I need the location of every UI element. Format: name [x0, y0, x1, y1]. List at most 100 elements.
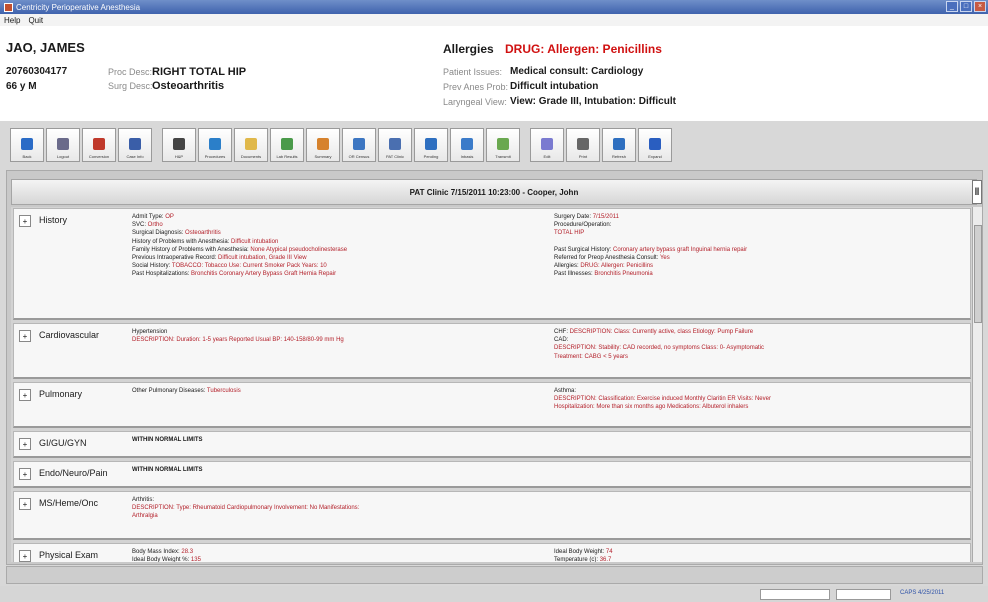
detail-value: Bronchitis Pneumonia [594, 271, 653, 278]
expand-section-button[interactable]: + [19, 330, 31, 342]
detail-value: 7/15/2011 [592, 214, 619, 220]
detail-value: DESCRIPTION: Stability: CAD recorded, no… [554, 345, 765, 352]
panel-toggle-button[interactable]: ‖ [972, 180, 982, 204]
toolbar-button-label: Edit [543, 154, 551, 159]
detail-value: Arthralgia [132, 513, 158, 520]
detail-value: DESCRIPTION: Class: Currently active, cl… [569, 329, 754, 335]
detail-label: Past Illnesses: [554, 271, 595, 278]
toolbar-button-label: Summary [314, 154, 332, 159]
toolbar-button-inbasis[interactable]: Inbasis [450, 128, 484, 162]
detail-line: Past Hospitalizations: Bronchitis Corona… [132, 270, 347, 278]
toolbar-button-summary[interactable]: Summary [306, 128, 340, 162]
toolbar-button-lab-results[interactable]: Lab Results [270, 128, 304, 162]
toolbar-button-back[interactable]: Back [10, 128, 44, 162]
detail-label: Referred for Preop Anesthesia Consult: [554, 255, 660, 262]
toolbar-button-label: Back [22, 154, 32, 159]
inbasis-icon [461, 138, 473, 150]
toolbar-button-conversion[interactable]: Conversion [82, 128, 116, 162]
menu-bar: Help Quit [0, 14, 988, 26]
toolbar-button-label: Documents [240, 154, 262, 159]
proc-desc-label: Proc Desc: [108, 67, 153, 77]
toolbar-button-logout[interactable]: Logout [46, 128, 80, 162]
detail-value: TOTAL HIP [554, 230, 585, 237]
procedures-icon [209, 138, 221, 150]
detail-label: Ideal Body Weight %: [132, 557, 191, 562]
toolbar-button-label: Expand [648, 154, 662, 159]
detail-line: CAD: [554, 336, 764, 344]
logout-icon [57, 138, 69, 150]
toolbar-button-transmit[interactable]: Transmit [486, 128, 520, 162]
detail-line: Other Pulmonary Diseases: Tuberculosis [132, 387, 241, 395]
section-left-column: Hypertension DESCRIPTION: Duration: 1-5 y… [132, 328, 344, 344]
toolbar-button-h-p[interactable]: H&P [162, 128, 196, 162]
detail-value: Difficult intubation [231, 238, 279, 245]
section-history: + History Admit Type: OP SVC: Ortho Surgical… [13, 208, 971, 320]
window-title: Centricity Perioperative Anesthesia [16, 2, 141, 12]
toolbar-button-pat-clinic[interactable]: PAT Clinic [378, 128, 412, 162]
detail-line: Referred for Preop Anesthesia Consult: Y… [554, 254, 747, 262]
content-area: PAT Clinic 7/15/2011 10:23:00 - Cooper, … [6, 170, 983, 565]
vertical-scrollbar[interactable] [972, 207, 982, 562]
patient-id: 20760304177 [6, 66, 68, 77]
toolbar-button-procedures[interactable]: Procedures [198, 128, 232, 162]
maximize-icon[interactable]: □ [960, 1, 972, 12]
detail-value: 36.7 [599, 557, 612, 562]
detail-value: 135 [190, 557, 201, 562]
allergies-label: Allergies [443, 42, 494, 56]
detail-line: Surgical Diagnosis: Osteoarthritis [132, 229, 347, 237]
menu-quit[interactable]: Quit [28, 16, 43, 25]
toolbar-button-label: Inbasis [460, 154, 474, 159]
expand-section-button[interactable]: + [19, 215, 31, 227]
detail-line: SVC: Ortho [132, 221, 347, 229]
detail-value: Hospitalization: More than six months ag… [554, 404, 749, 411]
toolbar-button-pending[interactable]: Pending [414, 128, 448, 162]
section-left-column: Admit Type: OP SVC: Ortho Surgical Diagnos… [132, 213, 347, 279]
detail-value: Yes [659, 255, 670, 262]
section-left-column: WITHIN NORMAL LIMITS [132, 436, 203, 444]
toolbar-button-label: Conversion [88, 154, 110, 159]
case-info-icon [129, 138, 141, 150]
toolbar-button-expand[interactable]: Expand [638, 128, 672, 162]
print-icon [577, 138, 589, 150]
detail-line: Surgery Date: 7/15/2011 [554, 213, 747, 221]
expand-section-button[interactable]: + [19, 468, 31, 480]
detail-line: Ideal Body Weight %: 135 [132, 556, 201, 562]
detail-label: Social History: [132, 263, 172, 270]
pending-icon [425, 138, 437, 150]
toolbar-button-edit[interactable]: Edit [530, 128, 564, 162]
detail-label: CHF: [554, 329, 570, 335]
expand-section-button[interactable]: + [19, 498, 31, 510]
detail-value: Ortho [147, 222, 163, 229]
patient-issues-value: Medical consult: Cardiology [510, 66, 644, 77]
detail-line: Past Surgical History: Coronary artery b… [554, 246, 747, 254]
toolbar-button-print[interactable]: Print [566, 128, 600, 162]
toolbar-button-label: OR Census [348, 154, 370, 159]
detail-line: Treatment: CABG < 5 years [554, 353, 764, 361]
toolbar-button-case-info[interactable]: Case Info [118, 128, 152, 162]
detail-value: 74 [605, 549, 613, 555]
status-field-2 [836, 589, 891, 600]
toolbar-button-documents[interactable]: Documents [234, 128, 268, 162]
detail-value: 28.3 [181, 549, 194, 555]
minimize-icon[interactable]: _ [946, 1, 958, 12]
documents-icon [245, 138, 257, 150]
toolbar-button-label: Print [578, 154, 588, 159]
toolbar-button-refresh[interactable]: Refresh [602, 128, 636, 162]
scrollbar-thumb[interactable] [974, 225, 982, 323]
detail-line: DESCRIPTION: Stability: CAD recorded, no… [554, 344, 764, 352]
menu-help[interactable]: Help [4, 16, 20, 25]
detail-line: Hospitalization: More than six months ag… [554, 403, 771, 411]
toolbar-button-label: Procedures [204, 154, 226, 159]
detail-line: WITHIN NORMAL LIMITS [132, 466, 203, 474]
edit-icon [541, 138, 553, 150]
expand-section-button[interactable]: + [19, 438, 31, 450]
expand-section-button[interactable]: + [19, 389, 31, 401]
close-icon[interactable]: × [974, 1, 986, 12]
detail-line: DESCRIPTION: Type: Rheumatoid Cardiopulm… [132, 504, 359, 512]
section-right-column: Asthma: DESCRIPTION: Classification: Exer… [554, 387, 771, 412]
detail-value: Difficult intubation, Grade III View [218, 255, 307, 262]
toolbar-button-or-census[interactable]: OR Census [342, 128, 376, 162]
detail-line: Past Illnesses: Bronchitis Pneumonia [554, 270, 747, 278]
expand-section-button[interactable]: + [19, 550, 31, 562]
patient-name: JAO, JAMES [6, 40, 85, 55]
